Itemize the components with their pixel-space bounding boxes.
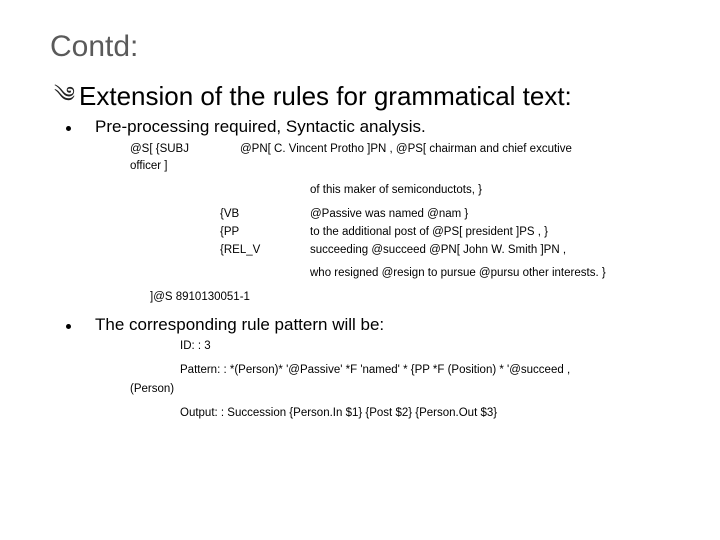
code-text: to the additional post of @PS[ president… <box>310 224 680 242</box>
slide-title: Contd: <box>50 30 680 64</box>
code-block-2: ID: : 3 Pattern: : *(Person)* '@Passive'… <box>130 337 680 423</box>
list-item: The corresponding rule pattern will be: <box>60 315 680 335</box>
code-text: ID: : 3 <box>180 337 680 355</box>
list-item: Pre-processing required, Syntactic analy… <box>60 117 680 137</box>
heading-row: ༄ Extension of the rules for grammatical… <box>54 82 680 111</box>
code-text: {PP <box>220 224 310 242</box>
slide: Contd: ༄ Extension of the rules for gram… <box>0 0 720 540</box>
code-text: who resigned @resign to pursue @pursu ot… <box>310 265 680 283</box>
code-block-1: @S[ {SUBJ @PN[ C. Vincent Protho ]PN , @… <box>130 141 680 308</box>
bullet-text: Pre-processing required, Syntactic analy… <box>95 117 426 137</box>
code-text: {VB <box>220 206 310 224</box>
code-text: ]@S 8910130051-1 <box>150 289 680 307</box>
heading-text: Extension of the rules for grammatical t… <box>79 82 572 111</box>
code-text: {REL_V <box>220 242 310 260</box>
code-text: of this maker of semiconductots, } <box>310 182 680 200</box>
swirl-icon: ༄ <box>54 82 75 108</box>
code-text: @Passive was named @nam } <box>310 206 680 224</box>
code-text: Pattern: : *(Person)* '@Passive' *F 'nam… <box>180 361 680 379</box>
sub-list: Pre-processing required, Syntactic analy… <box>60 117 680 423</box>
code-text: officer ] <box>130 158 680 176</box>
code-text: Output: : Succession {Person.In $1} {Pos… <box>180 404 680 422</box>
bullet-dot-icon <box>66 324 71 329</box>
code-text: @S[ {SUBJ <box>130 141 240 159</box>
bullet-dot-icon <box>66 126 71 131</box>
bullet-text: The corresponding rule pattern will be: <box>95 315 384 335</box>
code-text: @PN[ C. Vincent Protho ]PN , @PS[ chairm… <box>240 141 680 159</box>
code-text: (Person) <box>130 380 680 398</box>
code-text: succeeding @succeed @PN[ John W. Smith ]… <box>310 242 680 260</box>
